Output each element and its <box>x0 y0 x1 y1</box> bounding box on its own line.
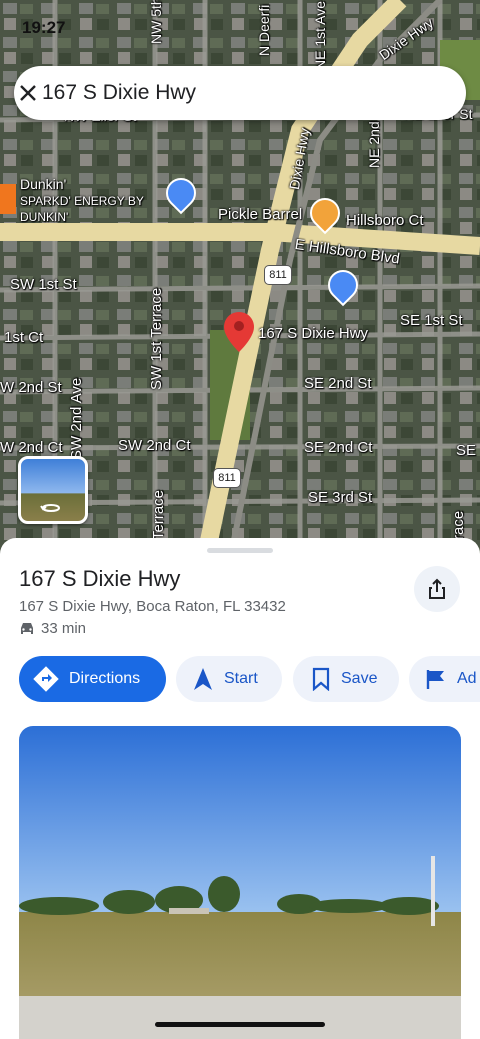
route-811-shield-a: 811 <box>264 265 292 285</box>
flag-icon <box>426 670 444 689</box>
directions-label: Directions <box>69 670 141 687</box>
add-label-button[interactable]: Ad <box>409 656 480 702</box>
add-label: Ad <box>457 670 477 687</box>
dunkin-icon[interactable] <box>0 184 16 214</box>
car-icon <box>21 622 33 634</box>
place-photo[interactable] <box>19 726 461 1039</box>
map-label-1st-ct: 1st Ct <box>4 329 44 346</box>
poi-dunkin-sub1: SPARKD' ENERGY BY <box>20 194 144 208</box>
place-title: 167 S Dixie Hwy <box>19 566 181 591</box>
directions-button[interactable]: Directions <box>19 656 166 702</box>
street-view-thumbnail[interactable] <box>18 456 88 524</box>
route-811-shield-b: 811 <box>213 468 241 488</box>
place-marker-icon[interactable] <box>224 312 254 352</box>
map-label-address: 167 S Dixie Hwy <box>258 325 369 342</box>
directions-icon <box>33 666 59 692</box>
map-label-ne2: NE 2nd <box>366 121 382 168</box>
status-time: 19:27 <box>22 18 66 37</box>
poi-dunkin-sub2: DUNKIN' <box>20 210 69 224</box>
search-query[interactable]: 167 S Dixie Hwy <box>42 81 196 105</box>
map-label-sw1st-terrace: SW 1st Terrace <box>148 287 165 390</box>
drive-time-row: 33 min <box>19 620 86 637</box>
map-label-se3rd: SE 3rd St <box>308 489 373 506</box>
map-label-se-right: SE <box>456 442 477 459</box>
search-bar[interactable]: 167 S Dixie Hwy <box>14 66 466 120</box>
map-label-hillsboro-ct: Hillsboro Ct <box>346 212 424 229</box>
map-label-n-deerfield: N Deerfi <box>256 4 272 56</box>
place-address: 167 S Dixie Hwy, Boca Raton, FL 33432 <box>19 598 286 615</box>
home-indicator[interactable] <box>155 1022 325 1027</box>
poi-pickle-barrel[interactable]: Pickle Barrel <box>218 206 302 223</box>
street-photo-image <box>19 726 461 1039</box>
navigation-arrow-icon <box>194 668 212 690</box>
map-label-w2nd: W 2nd St <box>0 379 62 396</box>
bookmark-icon <box>312 667 330 691</box>
sheet-drag-handle[interactable] <box>207 548 273 553</box>
map-label-ne-1st-ave: NE 1st Ave <box>312 0 328 70</box>
drive-time: 33 min <box>41 620 87 637</box>
start-label: Start <box>224 670 258 687</box>
save-button[interactable]: Save <box>293 656 399 702</box>
save-label: Save <box>341 670 378 687</box>
map-label-se2nd-ct: SE 2nd Ct <box>304 439 373 456</box>
rotate-360-icon <box>40 504 61 512</box>
map-label-sw2nd-ave: SW 2nd Ave <box>68 377 85 460</box>
map-label-race: race <box>450 510 467 540</box>
map-label-sw2nd-ct: SW 2nd Ct <box>118 437 191 454</box>
map-label-terrace: Terrace <box>150 489 167 540</box>
share-button[interactable] <box>414 566 460 612</box>
share-icon <box>429 578 445 599</box>
map-label-w2nd-ct: W 2nd Ct <box>0 439 63 456</box>
place-sheet: 167 S Dixie Hwy 167 S Dixie Hwy, Boca Ra… <box>0 538 480 1039</box>
poi-dunkin[interactable]: Dunkin' <box>20 176 66 192</box>
map-label-se2nd: SE 2nd St <box>304 375 372 392</box>
action-chips: Directions Start Save Ad <box>19 656 480 702</box>
close-icon[interactable] <box>14 79 42 107</box>
start-button[interactable]: Start <box>176 656 282 702</box>
map-label-sw1st: SW 1st St <box>10 276 77 293</box>
map-view[interactable]: 19:27 NW 5th N Deerfi NE 1st Ave Dixie H… <box>0 0 480 560</box>
map-label-se1st: SE 1st St <box>400 312 463 329</box>
map-label-nw5: NW 5th <box>148 0 164 44</box>
